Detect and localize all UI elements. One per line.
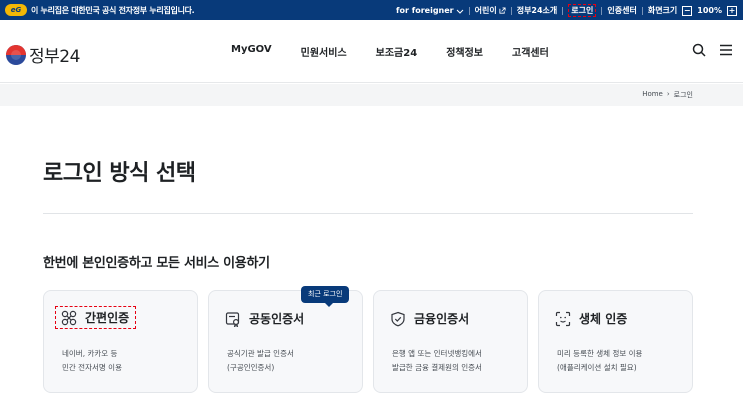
card-heading: 금융인증서: [390, 310, 469, 327]
card-title: 금융인증서: [414, 312, 470, 326]
zoom-in-button[interactable]: +: [727, 5, 737, 16]
nav-item-subsidy24[interactable]: 보조금24: [376, 44, 418, 59]
zoom-out-button[interactable]: −: [682, 5, 693, 16]
face-scan-icon: [555, 311, 571, 326]
login-option-financial-certificate[interactable]: 금융인증서 은행 앱 또는 인터넷뱅킹에서 발급한 금융 결제원의 인증서: [373, 290, 528, 393]
page-title: 로그인 방식 선택: [43, 161, 196, 186]
chevron-down-icon: [456, 9, 463, 14]
egov-logo-icon: eG: [5, 4, 27, 16]
shield-icon: [391, 311, 405, 326]
external-link-icon: [499, 7, 506, 14]
menu-icon[interactable]: [719, 44, 733, 56]
zoom-level: 100%: [697, 6, 722, 15]
kids-link[interactable]: 어린이: [475, 5, 506, 16]
nav-item-policy-info[interactable]: 정책정보: [446, 44, 483, 59]
government-notice-bar: eG 이 누리집은 대한민국 공식 전자정부 누리집입니다. for forei…: [0, 0, 743, 20]
breadcrumb-separator: ›: [666, 90, 670, 98]
nav-item-mygov[interactable]: MyGOV: [231, 44, 272, 59]
utility-links: for foreigner 어린이 정부24소개 로그인 인증센터 화면크기 −…: [396, 4, 737, 17]
card-heading: 생체 인증: [555, 310, 627, 327]
card-title: 생체 인증: [579, 312, 628, 326]
login-link[interactable]: 로그인: [568, 4, 597, 17]
site-header: 정부24 MyGOV 민원서비스 보조금24 정책정보 고객센터: [0, 20, 743, 83]
joint-certificate-icon: [225, 311, 240, 327]
taegeuk-logo-icon: [6, 44, 26, 65]
card-description: 은행 앱 또는 인터넷뱅킹에서 발급한 금융 결제원의 인증서: [392, 349, 482, 372]
card-heading: 공동인증서: [225, 310, 304, 327]
about-gov24-link[interactable]: 정부24소개: [517, 5, 558, 16]
breadcrumb-bar: Home › 로그인: [0, 84, 743, 106]
search-icon[interactable]: [692, 43, 706, 57]
section-title: 한번에 본인인증하고 모든 서비스 이용하기: [43, 256, 270, 271]
official-site-notice: 이 누리집은 대한민국 공식 전자정부 누리집입니다.: [31, 6, 195, 15]
screen-size-label: 화면크기: [647, 6, 678, 15]
breadcrumb: Home › 로그인: [642, 90, 693, 100]
login-option-simple-auth[interactable]: 간편인증 네이버, 카카오 등 민간 전자서명 이용: [43, 290, 198, 393]
simple-auth-icon: [61, 310, 77, 325]
nav-item-customer-center[interactable]: 고객센터: [512, 44, 549, 59]
card-description: 미리 등록한 생체 정보 이용 (애플리케이션 설치 필요): [557, 349, 643, 372]
breadcrumb-current: 로그인: [673, 91, 693, 99]
card-title: 공동인증서: [249, 312, 305, 326]
title-divider: [43, 213, 693, 214]
gov24-logo[interactable]: 정부24: [6, 42, 80, 67]
breadcrumb-home[interactable]: Home: [642, 90, 663, 100]
main-navigation: MyGOV 민원서비스 보조금24 정책정보 고객센터: [231, 44, 549, 59]
card-title: 간편인증: [85, 311, 130, 325]
for-foreigner-link[interactable]: for foreigner: [396, 6, 464, 15]
login-option-biometric[interactable]: 생체 인증 미리 등록한 생체 정보 이용 (애플리케이션 설치 필요): [538, 290, 693, 393]
header-actions: [692, 43, 733, 57]
card-description: 공식기관 발급 인증서 (구공인인증서): [227, 349, 294, 372]
cert-center-link[interactable]: 인증센터: [607, 5, 636, 16]
recent-login-badge: 최근 로그인: [301, 286, 350, 307]
nav-item-civil-services[interactable]: 민원서비스: [301, 44, 347, 59]
card-description: 네이버, 카카오 등 민간 전자서명 이용: [62, 349, 122, 372]
card-heading: 간편인증: [55, 306, 137, 329]
login-option-joint-certificate[interactable]: 공동인증서 공식기관 발급 인증서 (구공인인증서): [208, 290, 363, 393]
